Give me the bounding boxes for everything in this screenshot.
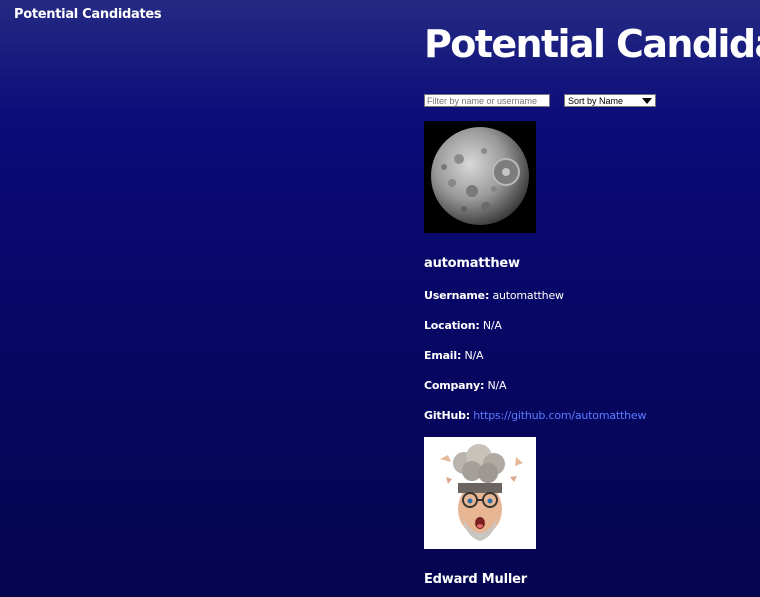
candidates-main: Potential Candidates Sort by Name — [424, 0, 760, 597]
sort-select[interactable]: Sort by Name — [564, 94, 656, 107]
company-label: Company: — [424, 379, 485, 392]
candidate-avatar — [424, 121, 536, 233]
username-value: automatthew — [492, 289, 564, 302]
candidate-name: automatthew — [424, 256, 520, 271]
candidate-email: Email: N/A — [424, 349, 484, 362]
github-link[interactable]: https://github.com/automatthew — [473, 409, 646, 422]
candidate-github: GitHub: https://github.com/automatthew — [424, 409, 646, 422]
chevron-down-icon — [642, 97, 652, 104]
location-value: N/A — [482, 319, 502, 332]
candidate-username: Username: automatthew — [424, 289, 564, 302]
company-value: N/A — [487, 379, 507, 392]
candidate-name: Edward Muller — [424, 572, 527, 587]
mind-blown-memoji-icon — [424, 437, 536, 549]
candidate-location: Location: N/A — [424, 319, 502, 332]
location-label: Location: — [424, 319, 480, 332]
filter-input[interactable] — [424, 94, 550, 107]
github-label: GitHub: — [424, 409, 470, 422]
sort-select-value: Sort by Name — [568, 95, 624, 106]
nav-title[interactable]: Potential Candidates — [14, 7, 162, 22]
email-value: N/A — [464, 349, 484, 362]
username-label: Username: — [424, 289, 490, 302]
filter-controls: Sort by Name — [424, 94, 656, 107]
candidate-company: Company: N/A — [424, 379, 507, 392]
candidate-avatar — [424, 437, 536, 549]
email-label: Email: — [424, 349, 462, 362]
page-title: Potential Candidates — [424, 22, 760, 66]
moon-photo-icon — [424, 121, 536, 233]
